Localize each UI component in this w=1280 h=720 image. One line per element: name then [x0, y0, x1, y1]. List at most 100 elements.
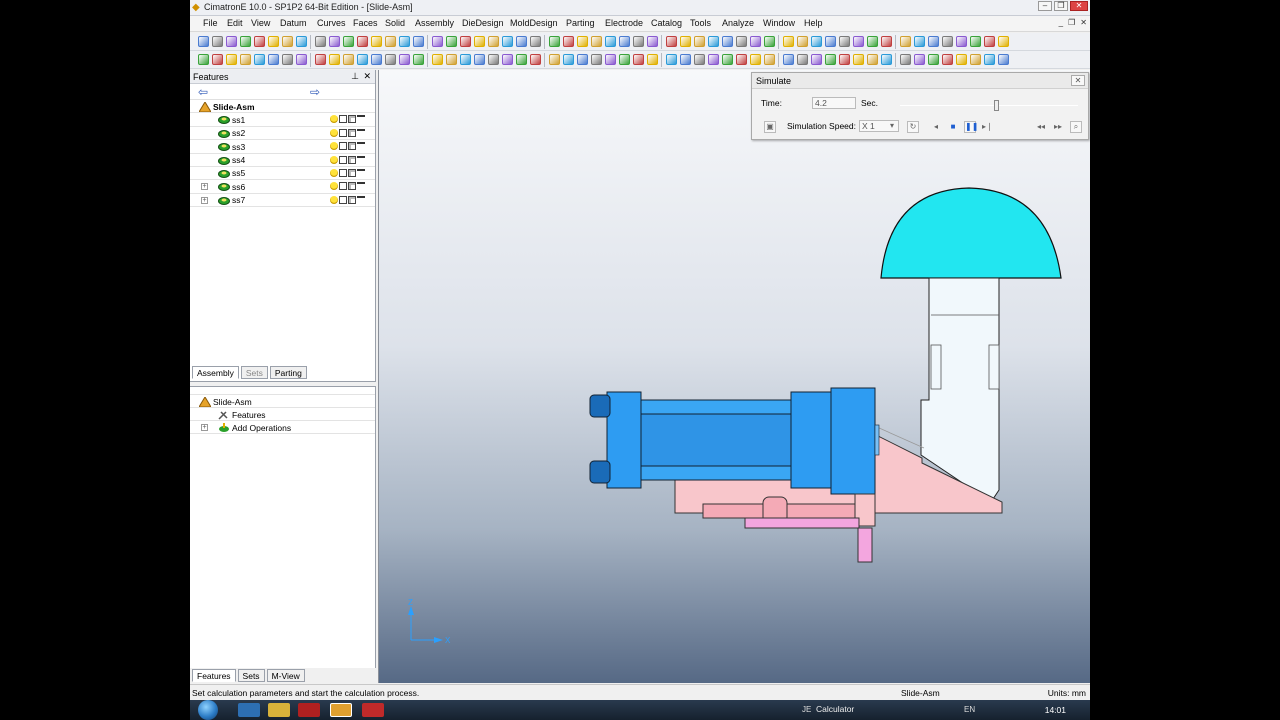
- toolbar-tool-icon[interactable]: [357, 36, 368, 47]
- toolbar-tool-icon[interactable]: [212, 36, 223, 47]
- toolbar-tool-icon[interactable]: [226, 36, 237, 47]
- calculator-task[interactable]: Calculator: [816, 704, 854, 714]
- simulate-settings-button[interactable]: ▣: [764, 121, 776, 133]
- toolbar-tool-icon[interactable]: [900, 54, 911, 65]
- toolbar-tool-icon[interactable]: [764, 54, 775, 65]
- fixed-icon[interactable]: [357, 195, 365, 204]
- visibility-bulb-icon[interactable]: [330, 128, 338, 137]
- toolbar-tool-icon[interactable]: [694, 54, 705, 65]
- toolbar-tool-icon[interactable]: [750, 54, 761, 65]
- edit-part-icon[interactable]: [348, 182, 356, 191]
- toolbar-tool-icon[interactable]: [998, 36, 1009, 47]
- tree-item-ss1[interactable]: ss1: [190, 113, 375, 127]
- pause-button[interactable]: ❚❚: [964, 121, 978, 133]
- toolbar-tool-icon[interactable]: [839, 54, 850, 65]
- toolbar-tool-icon[interactable]: [633, 54, 644, 65]
- toolbar-tool-icon[interactable]: [666, 36, 677, 47]
- toolbar-tool-icon[interactable]: [853, 36, 864, 47]
- toolbar-tool-icon[interactable]: [329, 36, 340, 47]
- toolbar-tool-icon[interactable]: [750, 36, 761, 47]
- toolbar-tool-icon[interactable]: [783, 36, 794, 47]
- toolbar-tool-icon[interactable]: [970, 54, 981, 65]
- fixed-icon[interactable]: [357, 155, 365, 164]
- toolbar-tool-icon[interactable]: [633, 36, 644, 47]
- toolbar-tool-icon[interactable]: [811, 36, 822, 47]
- menu-assembly[interactable]: Assembly: [415, 18, 454, 28]
- minimize-button[interactable]: –: [1038, 1, 1052, 11]
- toolbar-tool-icon[interactable]: [680, 54, 691, 65]
- expand-icon[interactable]: +: [201, 424, 208, 431]
- toolbar-tool-icon[interactable]: [867, 54, 878, 65]
- fast-forward-button[interactable]: ▸▸: [1052, 121, 1064, 133]
- toolbar-tool-icon[interactable]: [956, 54, 967, 65]
- toolbar-tool-icon[interactable]: [432, 36, 443, 47]
- toolbar-tool-icon[interactable]: [399, 54, 410, 65]
- time-input[interactable]: [812, 97, 856, 109]
- toolbar-tool-icon[interactable]: [212, 54, 223, 65]
- toolbar-tool-icon[interactable]: [722, 36, 733, 47]
- toolbar-tool-icon[interactable]: [343, 36, 354, 47]
- doc-close-button[interactable]: ✕: [1080, 18, 1087, 27]
- zoom-button[interactable]: ⌕: [1070, 121, 1082, 133]
- toolbar-tool-icon[interactable]: [432, 54, 443, 65]
- toolbar-tool-icon[interactable]: [413, 36, 424, 47]
- fixed-icon[interactable]: [357, 128, 365, 137]
- toolbar-tool-icon[interactable]: [984, 54, 995, 65]
- menu-electrode[interactable]: Electrode: [605, 18, 643, 28]
- assembly-root[interactable]: Slide-Asm: [190, 395, 375, 408]
- toolbar-tool-icon[interactable]: [357, 54, 368, 65]
- toolbar-tool-icon[interactable]: [867, 36, 878, 47]
- menu-view[interactable]: View: [251, 18, 270, 28]
- toolbar-tool-icon[interactable]: [680, 36, 691, 47]
- step-forward-button[interactable]: ▸❘: [981, 121, 993, 133]
- toolbar-tool-icon[interactable]: [928, 36, 939, 47]
- toolbar-tool-icon[interactable]: [984, 36, 995, 47]
- toolbar-tool-icon[interactable]: [647, 54, 658, 65]
- toolbar-tool-icon[interactable]: [900, 36, 911, 47]
- toolbar-tool-icon[interactable]: [605, 54, 616, 65]
- toolbar-tool-icon[interactable]: [254, 36, 265, 47]
- toolbar-tool-icon[interactable]: [549, 54, 560, 65]
- toolbar-tool-icon[interactable]: [198, 54, 209, 65]
- toolbar-tool-icon[interactable]: [385, 36, 396, 47]
- toolbar-tool-icon[interactable]: [226, 54, 237, 65]
- toolbar-tool-icon[interactable]: [811, 54, 822, 65]
- toolbar-tool-icon[interactable]: [942, 36, 953, 47]
- toolbar-tool-icon[interactable]: [268, 36, 279, 47]
- toolbar-tool-icon[interactable]: [488, 36, 499, 47]
- toolbar-tool-icon[interactable]: [825, 54, 836, 65]
- toolbar-tool-icon[interactable]: [797, 36, 808, 47]
- fixed-icon[interactable]: [357, 182, 365, 190]
- tree-item-ss3[interactable]: ss3: [190, 140, 375, 154]
- tree-item-ss6[interactable]: + ss6: [190, 180, 375, 194]
- fixed-icon[interactable]: [357, 115, 365, 123]
- tab-parting[interactable]: Parting: [269, 366, 307, 379]
- forward-arrow-icon[interactable]: ⇨: [310, 85, 320, 99]
- toolbar-tool-icon[interactable]: [530, 54, 541, 65]
- toolbar-tool-icon[interactable]: [315, 54, 326, 65]
- menu-solid[interactable]: Solid: [385, 18, 405, 28]
- close-button[interactable]: ✕: [1070, 1, 1088, 11]
- add-operations-item[interactable]: + Add Operations: [190, 421, 375, 434]
- toolbar-tool-icon[interactable]: [516, 36, 527, 47]
- toolbar-tool-icon[interactable]: [708, 36, 719, 47]
- restore-button[interactable]: ❐: [1054, 1, 1068, 11]
- close-panel-icon[interactable]: ✕: [363, 71, 371, 82]
- toolbar-tool-icon[interactable]: [488, 54, 499, 65]
- toolbar-tool-icon[interactable]: [446, 54, 457, 65]
- toolbar-tool-icon[interactable]: [413, 54, 424, 65]
- ie-icon[interactable]: [238, 703, 260, 717]
- toolbar-tool-icon[interactable]: [998, 54, 1009, 65]
- menu-datum[interactable]: Datum: [280, 18, 307, 28]
- edit-part-icon[interactable]: [348, 142, 356, 151]
- toolbar-tool-icon[interactable]: [736, 54, 747, 65]
- toolbar-tool-icon[interactable]: [460, 36, 471, 47]
- toolbar-tool-icon[interactable]: [315, 36, 326, 47]
- toolbar-tool-icon[interactable]: [240, 36, 251, 47]
- toolbar-tool-icon[interactable]: [296, 54, 307, 65]
- cimatron-task-icon[interactable]: [330, 703, 352, 717]
- tree-item-ss2[interactable]: ss2: [190, 127, 375, 141]
- toolbar-tool-icon[interactable]: [549, 36, 560, 47]
- toolbar-tool-icon[interactable]: [666, 54, 677, 65]
- edit-part-icon[interactable]: [348, 128, 356, 137]
